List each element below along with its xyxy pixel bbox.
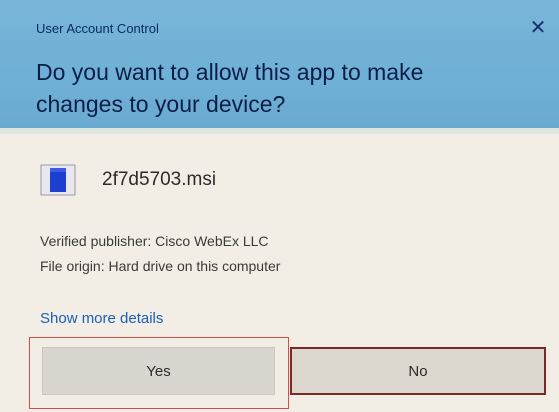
dialog-title: User Account Control <box>36 21 159 36</box>
no-button[interactable]: No <box>290 347 546 395</box>
permission-question: Do you want to allow this app to make ch… <box>36 59 424 117</box>
show-more-details-link[interactable]: Show more details <box>40 310 163 327</box>
uac-dialog: User Account Control ✕ Do you want to al… <box>0 0 559 412</box>
close-icon[interactable]: ✕ <box>528 18 548 38</box>
verified-publisher: Verified publisher: Cisco WebEx LLC <box>40 233 269 249</box>
file-origin: File origin: Hard drive on this computer <box>40 258 281 274</box>
msi-package-icon <box>40 163 76 197</box>
file-name: 2f7d5703.msi <box>102 169 217 190</box>
yes-button[interactable]: Yes <box>42 347 275 395</box>
dialog-header: User Account Control ✕ Do you want to al… <box>0 0 559 128</box>
header-divider <box>0 128 559 134</box>
